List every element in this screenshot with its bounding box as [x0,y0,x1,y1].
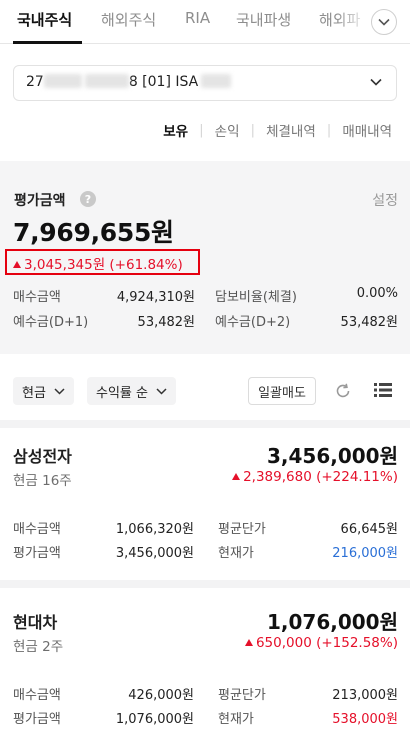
account-suffix: 8 [01] ISA [128,74,199,90]
buy-amount-label: 매수금액 [13,290,61,305]
subtab-trades[interactable]: 매매내역 [342,120,392,140]
account-selector[interactable]: 27 8 [01] ISA [13,65,397,101]
collateral-ratio-label: 담보비율(체결) [215,290,297,305]
total-gain: 3,045,345원 (+61.84%) [13,253,183,273]
masked-segment [43,74,82,88]
avg-price-value: 66,645원 [340,522,398,537]
bulk-sell-button[interactable]: 일괄매도 [248,377,316,405]
avg-price-value: 213,000원 [332,688,398,703]
avg-price-label: 평균단가 [218,688,266,703]
section-divider [0,420,410,428]
asset-type-value: 현금 [22,385,46,401]
chevron-down-icon [370,78,382,86]
deposit-d2-label: 예수금(D+2) [215,315,291,330]
refresh-icon[interactable] [334,382,352,400]
total-gain-value: 3,045,345원 (+61.84%) [24,257,183,273]
section-divider [0,580,410,588]
subtab-holdings[interactable]: 보유 [163,120,188,140]
eval-amount-label: 평가금액 [13,546,61,561]
current-price-label: 현재가 [218,712,254,727]
holding-name[interactable]: 현대차 [13,609,57,633]
account-number: 27 8 [01] ISA [26,74,232,90]
subtab-executions[interactable]: 체결내역 [266,120,316,140]
collateral-ratio-value: 0.00% [356,286,398,301]
holding-value: 1,076,000원 [266,610,398,634]
subtab-profit-loss[interactable]: 손익 [215,120,240,140]
tab-overseas-stock[interactable]: 해외주식 [101,9,156,30]
buy-amount-value: 426,000원 [128,688,194,703]
account-prefix: 27 [26,74,44,90]
deposit-d1-label: 예수금(D+1) [13,315,89,330]
deposit-d1-value: 53,482원 [137,315,195,330]
settings-link[interactable]: 설정 [372,190,398,210]
eval-amount-value: 1,076,000원 [115,712,194,727]
total-evaluation: 7,969,655원 [13,218,174,247]
evaluation-label: 평가금액 [14,193,66,209]
holding-gain: 650,000 (+152.58%) [244,635,398,651]
buy-amount-label: 매수금액 [13,688,61,703]
masked-segment [84,74,129,88]
eval-amount-value: 3,456,000원 [115,546,194,561]
buy-amount-value: 1,066,320원 [115,522,194,537]
active-tab-indicator [13,41,82,44]
chevron-down-icon [378,18,390,26]
sort-value: 수익률 순 [96,385,148,401]
masked-segment [201,74,232,88]
market-tabs: 국내주식 해외주식 RIA 국내파생 해외파 [0,0,410,44]
buy-amount-label: 매수금액 [13,522,61,537]
holding-quantity: 현금 2주 [13,639,64,655]
holding-subtabs: 보유 | 손익 | 체결내역 | 매매내역 [163,120,392,140]
chevron-down-icon [156,387,167,395]
eval-amount-label: 평가금액 [13,712,61,727]
sort-filter[interactable]: 수익률 순 [87,377,176,405]
holding-gain-value: 650,000 (+152.58%) [255,635,398,651]
triangle-up-icon [244,639,253,646]
tabs-more-button[interactable] [371,9,397,35]
tab-ria[interactable]: RIA [185,9,210,27]
current-price-label: 현재가 [218,546,254,561]
current-price-value: 538,000원 [332,712,398,727]
divider: | [250,122,256,138]
divider: | [326,122,332,138]
asset-type-filter[interactable]: 현금 [13,377,74,405]
tab-domestic-stock[interactable]: 국내주식 [17,9,72,30]
buy-amount-value: 4,924,310원 [116,290,195,305]
holding-quantity: 현금 16주 [13,473,72,489]
triangle-up-icon [13,261,21,268]
divider: | [199,122,204,138]
avg-price-label: 평균단가 [218,522,266,537]
triangle-up-icon [232,473,241,480]
holding-name[interactable]: 삼성전자 [13,443,72,467]
tab-domestic-derivatives[interactable]: 국내파생 [236,9,291,30]
help-icon[interactable]: ? [80,191,96,207]
current-price-value: 216,000원 [332,546,398,561]
list-view-icon[interactable] [374,382,392,398]
holding-value: 3,456,000원 [266,444,398,468]
holding-gain: 2,389,680 (+224.11%) [232,469,398,485]
holding-gain-value: 2,389,680 (+224.11%) [243,469,398,485]
chevron-down-icon [54,387,65,395]
deposit-d2-value: 53,482원 [340,315,398,330]
